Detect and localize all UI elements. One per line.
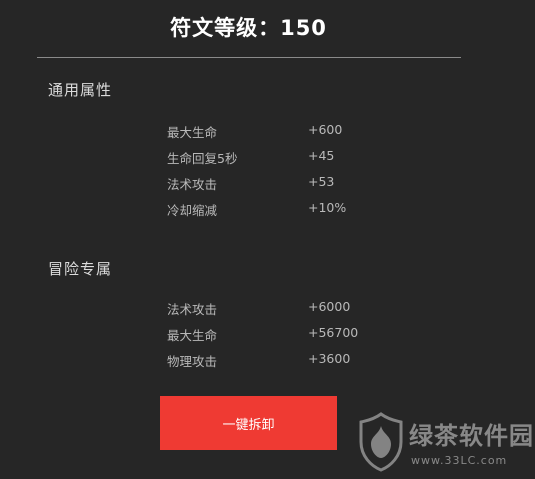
stat-value: +45 <box>308 148 335 163</box>
stat-value: +6000 <box>308 299 351 314</box>
stat-name: 法术攻击 <box>167 302 218 317</box>
dismantle-all-button[interactable]: 一键拆卸 <box>160 396 337 450</box>
stat-row: 法术攻击 +6000 <box>167 299 427 317</box>
section-title-general: 通用属性 <box>48 81 113 99</box>
stat-row: 生命回复5秒 +45 <box>167 148 427 166</box>
stat-value: +10% <box>308 200 347 215</box>
stat-name: 最大生命 <box>167 328 218 343</box>
stat-row: 最大生命 +56700 <box>167 325 427 343</box>
stat-row: 最大生命 +600 <box>167 122 427 140</box>
watermark: 绿茶软件园 www.33LC.com <box>355 412 533 477</box>
watermark-brand: 绿茶软件园 <box>409 422 534 450</box>
stat-row: 法术攻击 +53 <box>167 174 427 192</box>
shield-logo-icon <box>359 412 403 472</box>
stat-value: +3600 <box>308 351 351 366</box>
stat-name: 物理攻击 <box>167 354 218 369</box>
stat-value: +600 <box>308 122 343 137</box>
stat-value: +56700 <box>308 325 359 340</box>
rune-panel: 符文等级：150 通用属性 最大生命 +600 生命回复5秒 +45 法术攻击 … <box>0 0 535 479</box>
stat-value: +53 <box>308 174 335 189</box>
stat-name: 冷却缩减 <box>167 203 218 218</box>
stat-row: 物理攻击 +3600 <box>167 351 427 369</box>
section-title-adventure: 冒险专属 <box>48 260 113 278</box>
stat-row: 冷却缩减 +10% <box>167 200 427 218</box>
page-title: 符文等级：150 <box>170 16 327 40</box>
stat-name: 最大生命 <box>167 125 218 140</box>
watermark-url: www.33LC.com <box>411 454 508 467</box>
stat-name: 法术攻击 <box>167 177 218 192</box>
stat-name: 生命回复5秒 <box>167 151 238 166</box>
title-divider <box>37 57 461 58</box>
